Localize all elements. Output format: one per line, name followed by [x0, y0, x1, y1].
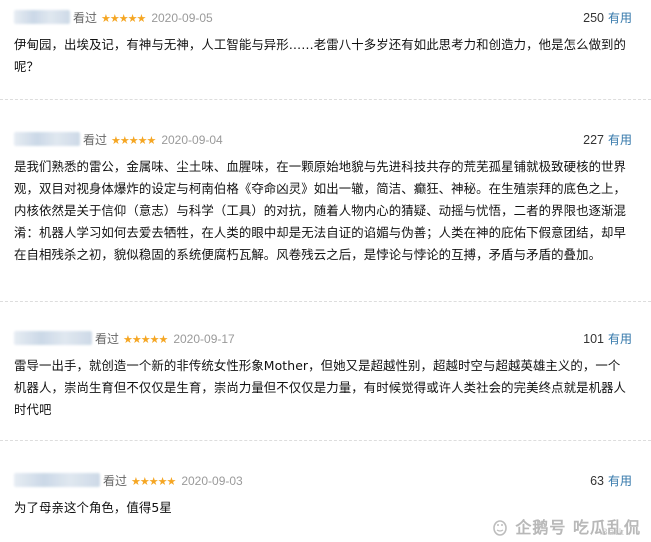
watched-label: 看过 — [73, 11, 98, 25]
review-item: 看过 ★★★★★ 2020-09-03 63 有用 为了母亲这个角色，值得5星 — [14, 471, 632, 519]
review-date: 2020-09-04 — [161, 133, 223, 147]
watermark-sub: Baik — [601, 528, 625, 538]
useful-count: 63 — [590, 474, 604, 488]
review-item: 看过 ★★★★★ 2020-09-05 250 有用 伊甸园，出埃及记，有神与无神，人… — [14, 8, 632, 78]
useful-button[interactable]: 有用 — [608, 474, 632, 488]
useful-count: 101 — [583, 332, 604, 346]
review-content: 伊甸园，出埃及记，有神与无神，人工智能与异形……老雷八十多岁还有如此思考力和创造… — [14, 37, 627, 74]
blurred-username[interactable] — [14, 331, 92, 345]
blurred-username[interactable] — [14, 10, 70, 24]
review-meta: 看过 ★★★★★ 2020-09-04 227 有用 — [14, 130, 632, 150]
review-date: 2020-09-17 — [173, 332, 235, 346]
rating-stars: ★★★★★ — [101, 12, 146, 25]
review-item: 看过 ★★★★★ 2020-09-17 101 有用 雷导一出手，就创造一个新的非传统… — [14, 329, 632, 421]
watched-label: 看过 — [95, 332, 120, 346]
watched-label: 看过 — [103, 474, 128, 488]
useful-button[interactable]: 有用 — [608, 332, 632, 346]
review-date: 2020-09-03 — [181, 474, 243, 488]
review-content: 是我们熟悉的雷公，金属味、尘土味、血腥味，在一颗原始地貌与先进科技共存的荒芜孤星… — [14, 159, 627, 262]
useful-vote: 227 有用 — [583, 130, 632, 150]
useful-count: 250 — [583, 11, 604, 25]
review-divider — [0, 301, 651, 302]
watermark: 企鹅号 吃瓜乱侃 Baik — [491, 514, 641, 538]
review-item: 看过 ★★★★★ 2020-09-04 227 有用 是我们熟悉的雷公，金属味、尘土味… — [14, 130, 632, 266]
review-meta: 看过 ★★★★★ 2020-09-03 63 有用 — [14, 471, 632, 491]
review-meta: 看过 ★★★★★ 2020-09-17 101 有用 — [14, 329, 632, 349]
rating-stars: ★★★★★ — [131, 475, 176, 488]
useful-button[interactable]: 有用 — [608, 133, 632, 147]
useful-button[interactable]: 有用 — [608, 11, 632, 25]
useful-vote: 101 有用 — [583, 329, 632, 349]
review-divider — [0, 440, 651, 441]
watched-label: 看过 — [83, 133, 108, 147]
review-content: 雷导一出手，就创造一个新的非传统女性形象Mother，但她又是超越性别，超越时空… — [14, 358, 627, 417]
useful-vote: 250 有用 — [583, 8, 632, 28]
rating-stars: ★★★★★ — [111, 134, 156, 147]
useful-count: 227 — [583, 133, 604, 147]
review-meta: 看过 ★★★★★ 2020-09-05 250 有用 — [14, 8, 632, 28]
penguin-icon — [491, 518, 509, 536]
useful-vote: 63 有用 — [590, 471, 632, 491]
rating-stars: ★★★★★ — [123, 333, 168, 346]
review-date: 2020-09-05 — [151, 11, 213, 25]
blurred-username[interactable] — [14, 473, 100, 487]
blurred-username[interactable] — [14, 132, 80, 146]
review-divider — [0, 99, 651, 100]
